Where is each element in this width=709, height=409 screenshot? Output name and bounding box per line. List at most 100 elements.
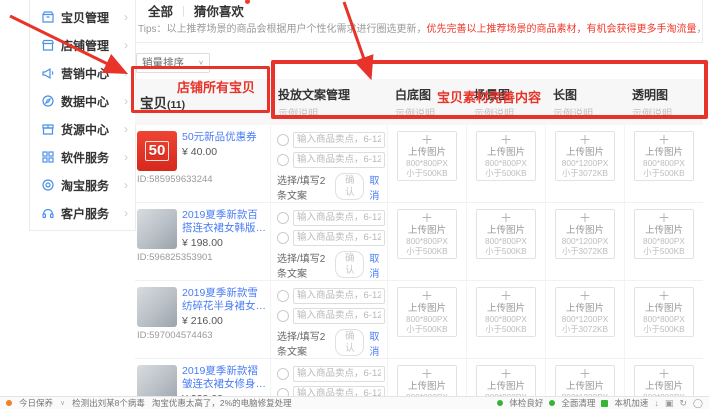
checkbox[interactable] bbox=[277, 154, 289, 166]
upload-size-spec: 800*800PX bbox=[637, 236, 690, 246]
selling-point-input[interactable] bbox=[293, 288, 385, 304]
window-icon[interactable]: ▣ bbox=[665, 398, 674, 409]
tips-prefix: Tips：以上推荐场景的商品会根据用户个性化需求进行圈选更新， bbox=[138, 24, 427, 35]
product-title-link[interactable]: 2019夏季新款百搭连衣裙女韩版短袖T恤中长款 bbox=[182, 209, 266, 235]
sort-select[interactable]: 销量排序 ∨ bbox=[136, 53, 210, 73]
chevron-down-icon[interactable]: ∨ bbox=[60, 399, 65, 407]
white-bg-image-cell: ＋ 上传图片 800*800PX 小于500KB bbox=[387, 125, 466, 202]
sidebar-item-label: 数据中心 bbox=[61, 93, 109, 110]
upload-image-button[interactable]: ＋ 上传图片 800*800PX 小于500KB bbox=[476, 209, 536, 259]
taskbar-item[interactable]: 体检良好 bbox=[509, 397, 543, 409]
upload-image-button[interactable]: ＋ 上传图片 800*800PX 小于500KB bbox=[634, 131, 694, 181]
selling-point-input[interactable] bbox=[293, 210, 385, 226]
checkbox[interactable] bbox=[277, 212, 289, 224]
column-title: 投放文案管理 bbox=[278, 86, 387, 103]
sidebar-item-data-center[interactable]: 数据中心 › bbox=[30, 87, 135, 115]
confirm-button[interactable]: 确认 bbox=[335, 173, 364, 200]
main-content: 全部 | 猜你喜欢 Tips：以上推荐场景的商品会根据用户个性化需求进行圈选更新… bbox=[135, 0, 709, 409]
upload-image-button[interactable]: ＋ 上传图片 800*800PX 小于500KB bbox=[397, 287, 457, 337]
taskbar-item[interactable]: 淘宝优惠太高了，2%的电脑修复处理 bbox=[152, 397, 292, 409]
product-image[interactable] bbox=[137, 287, 177, 327]
confirm-button[interactable]: 确认 bbox=[335, 251, 364, 278]
product-title-link[interactable]: 2019夏季新款褶皱连衣裙女修身显瘦小众网红 bbox=[182, 365, 266, 391]
selling-point-input[interactable] bbox=[293, 366, 385, 382]
sidebar-item-label: 客户服务 bbox=[61, 205, 109, 222]
column-header-white-bg: 白底图 示例说明 bbox=[387, 79, 466, 125]
selling-point-input[interactable] bbox=[293, 230, 385, 246]
upload-size-spec: 800*1200PX bbox=[558, 236, 611, 246]
checkbox[interactable] bbox=[277, 310, 289, 322]
confirm-button[interactable]: 确认 bbox=[335, 329, 364, 356]
upload-image-button[interactable]: ＋ 上传图片 800*1200PX 小于3072KB bbox=[555, 287, 615, 337]
upload-label: 上传图片 bbox=[398, 225, 456, 236]
example-link[interactable]: 示例说明 bbox=[632, 105, 703, 120]
tab-all[interactable]: 全部 bbox=[148, 1, 173, 20]
cancel-link[interactable]: 取消 bbox=[369, 328, 383, 358]
plus-icon: ＋ bbox=[477, 290, 535, 303]
upload-label: 上传图片 bbox=[556, 225, 614, 236]
upload-image-button[interactable]: ＋ 上传图片 800*1200PX 小于3072KB bbox=[555, 209, 615, 259]
upload-image-button[interactable]: ＋ 上传图片 800*800PX 小于500KB bbox=[634, 287, 694, 337]
upload-size-spec: 800*800PX bbox=[400, 314, 453, 324]
upload-image-button[interactable]: ＋ 上传图片 800*800PX 小于500KB bbox=[634, 209, 694, 259]
example-link[interactable]: 示例说明 bbox=[395, 105, 466, 120]
transparent-image-cell: ＋ 上传图片 800*800PX 小于500KB bbox=[624, 203, 703, 280]
sidebar-item-product-manage[interactable]: 宝贝管理 › bbox=[30, 3, 135, 31]
checkbox[interactable] bbox=[277, 134, 289, 146]
health-status-icon bbox=[497, 400, 503, 406]
upload-image-button[interactable]: ＋ 上传图片 800*800PX 小于500KB bbox=[397, 209, 457, 259]
refresh-icon[interactable]: ↻ bbox=[679, 398, 687, 409]
taskbar-item[interactable]: 本机加速 bbox=[614, 397, 648, 409]
upload-image-button[interactable]: ＋ 上传图片 800*800PX 小于500KB bbox=[397, 131, 457, 181]
taskbar-item[interactable]: 今日保养 bbox=[19, 397, 53, 409]
chevron-down-icon: ∨ bbox=[198, 59, 204, 66]
taskbar-item[interactable]: 检测出刘某8个病毒 bbox=[72, 397, 145, 409]
upload-image-button[interactable]: ＋ 上传图片 800*800PX 小于500KB bbox=[476, 131, 536, 181]
product-id: ID:585959633244 bbox=[137, 174, 266, 185]
upload-image-button[interactable]: ＋ 上传图片 800*800PX 小于500KB bbox=[476, 287, 536, 337]
upload-label: 上传图片 bbox=[477, 381, 535, 392]
product-title-link[interactable]: 50元新品优惠券 bbox=[182, 131, 257, 144]
sidebar-item-shop-manage[interactable]: 店铺管理 › bbox=[30, 31, 135, 59]
plus-icon: ＋ bbox=[398, 368, 456, 381]
sidebar-item-taobao-service[interactable]: 淘宝服务 › bbox=[30, 171, 135, 199]
product-title-link[interactable]: 2019夏季新款雪纺碎花半身裙女中长款韩版百 bbox=[182, 287, 266, 313]
sidebar-item-customer-service[interactable]: 客户服务 › bbox=[30, 199, 135, 227]
plus-icon: ＋ bbox=[635, 290, 693, 303]
compass-icon bbox=[41, 94, 55, 108]
sidebar-item-label: 店铺管理 bbox=[61, 37, 109, 54]
sort-label: 销量排序 bbox=[142, 55, 184, 70]
selling-point-input[interactable] bbox=[293, 308, 385, 324]
taskbar-item[interactable]: 全面清理 bbox=[561, 397, 595, 409]
column-title: 长图 bbox=[553, 86, 624, 103]
example-link[interactable]: 示例说明 bbox=[278, 105, 387, 120]
selling-point-input[interactable] bbox=[293, 132, 385, 148]
download-icon[interactable]: ↓ bbox=[654, 398, 659, 408]
upload-label: 上传图片 bbox=[398, 381, 456, 392]
upload-limit-spec: 小于500KB bbox=[400, 247, 453, 257]
example-link[interactable]: 示例说明 bbox=[474, 105, 545, 120]
tab-guess-you-like[interactable]: 猜你喜欢 bbox=[194, 1, 244, 20]
selling-point-input[interactable] bbox=[293, 152, 385, 168]
scene-image-cell: ＋ 上传图片 800*800PX 小于500KB bbox=[466, 203, 545, 280]
checkbox[interactable] bbox=[277, 232, 289, 244]
sidebar-item-marketing-center[interactable]: 营销中心 › bbox=[30, 59, 135, 87]
cancel-link[interactable]: 取消 bbox=[369, 172, 383, 202]
upload-limit-spec: 小于500KB bbox=[400, 325, 453, 335]
upload-size-spec: 800*800PX bbox=[637, 158, 690, 168]
checkbox[interactable] bbox=[277, 290, 289, 302]
plus-icon: ＋ bbox=[556, 134, 614, 147]
product-image[interactable]: 50 bbox=[137, 131, 177, 171]
checkbox[interactable] bbox=[277, 368, 289, 380]
tab-divider: | bbox=[182, 5, 185, 17]
sidebar-item-software-service[interactable]: 软件服务 › bbox=[30, 143, 135, 171]
long-image-cell: ＋ 上传图片 800*1200PX 小于3072KB bbox=[545, 281, 624, 358]
copy-hint: 选择/填写2条文案 bbox=[277, 250, 330, 280]
sidebar-item-supply-center[interactable]: 货源中心 › bbox=[30, 115, 135, 143]
cancel-link[interactable]: 取消 bbox=[369, 250, 383, 280]
product-image[interactable] bbox=[137, 209, 177, 249]
column-title: 场景图 bbox=[474, 86, 545, 103]
example-link[interactable]: 示例说明 bbox=[553, 105, 624, 120]
upload-image-button[interactable]: ＋ 上传图片 800*1200PX 小于3072KB bbox=[555, 131, 615, 181]
power-icon[interactable]: ◯ bbox=[693, 398, 703, 409]
